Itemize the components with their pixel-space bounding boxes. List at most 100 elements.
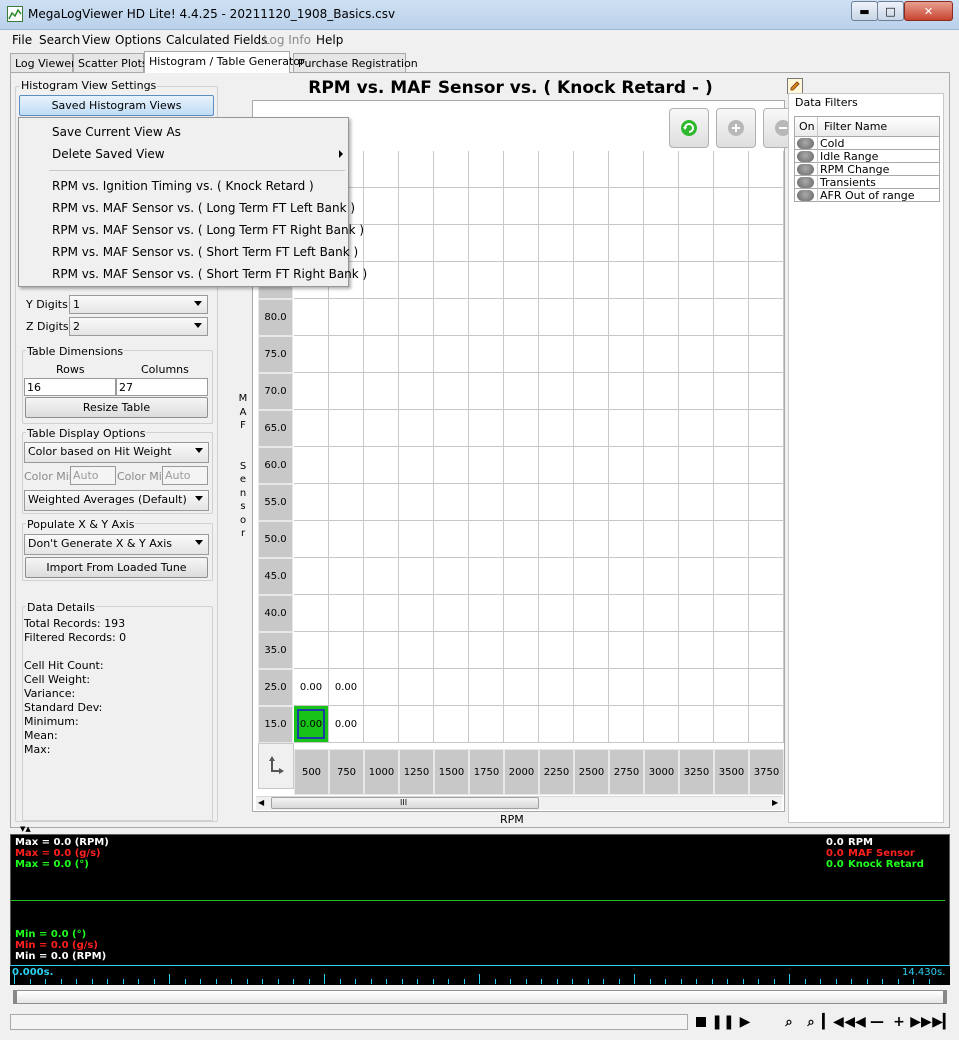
table-cell[interactable] bbox=[749, 484, 784, 521]
table-cell[interactable] bbox=[749, 595, 784, 632]
table-cell[interactable] bbox=[749, 299, 784, 336]
table-cell[interactable] bbox=[679, 484, 714, 521]
table-cell[interactable] bbox=[469, 558, 504, 595]
table-cell[interactable] bbox=[749, 151, 784, 188]
table-cell[interactable] bbox=[504, 669, 539, 706]
table-cell[interactable] bbox=[714, 447, 749, 484]
minus-icon[interactable]: — bbox=[866, 1013, 888, 1031]
table-cell[interactable]: 0.00 bbox=[329, 669, 364, 706]
table-cell[interactable] bbox=[644, 558, 679, 595]
table-cell[interactable] bbox=[574, 188, 609, 225]
average-mode-select[interactable]: Weighted Averages (Default) bbox=[24, 490, 209, 511]
tab-histogram-table-generator[interactable]: Histogram / Table Generator bbox=[144, 51, 305, 73]
table-cell[interactable] bbox=[609, 188, 644, 225]
table-cell[interactable] bbox=[644, 410, 679, 447]
table-cell[interactable] bbox=[504, 151, 539, 188]
menu-file[interactable]: File bbox=[12, 33, 32, 47]
table-cell[interactable] bbox=[434, 595, 469, 632]
menu-options[interactable]: Options bbox=[115, 33, 161, 47]
table-cell[interactable] bbox=[679, 558, 714, 595]
table-cell[interactable] bbox=[399, 595, 434, 632]
table-cell[interactable] bbox=[434, 188, 469, 225]
menu-item-saved-view[interactable]: RPM vs. MAF Sensor vs. ( Long Term FT Le… bbox=[52, 201, 355, 215]
table-cell[interactable] bbox=[539, 447, 574, 484]
table-cell[interactable] bbox=[504, 410, 539, 447]
table-cell[interactable] bbox=[574, 262, 609, 299]
table-cell[interactable] bbox=[749, 521, 784, 558]
table-cell[interactable] bbox=[574, 410, 609, 447]
table-cell[interactable] bbox=[399, 151, 434, 188]
table-cell[interactable] bbox=[469, 447, 504, 484]
table-cell[interactable] bbox=[539, 669, 574, 706]
table-cell[interactable] bbox=[679, 632, 714, 669]
table-cell[interactable] bbox=[609, 299, 644, 336]
table-cell[interactable] bbox=[539, 484, 574, 521]
table-cell[interactable] bbox=[504, 225, 539, 262]
table-cell[interactable] bbox=[434, 151, 469, 188]
table-cell[interactable] bbox=[329, 484, 364, 521]
table-cell[interactable] bbox=[574, 447, 609, 484]
table-cell[interactable] bbox=[434, 669, 469, 706]
table-cell[interactable] bbox=[749, 188, 784, 225]
table-cell[interactable] bbox=[434, 558, 469, 595]
table-cell[interactable] bbox=[539, 410, 574, 447]
timeline-bar[interactable] bbox=[10, 965, 950, 985]
table-cell[interactable] bbox=[644, 706, 679, 743]
table-cell[interactable] bbox=[714, 262, 749, 299]
table-cell[interactable] bbox=[469, 521, 504, 558]
table-cell[interactable] bbox=[714, 410, 749, 447]
import-from-loaded-tune-button[interactable]: Import From Loaded Tune bbox=[25, 557, 208, 578]
color-max-input[interactable]: Auto bbox=[162, 466, 208, 485]
table-cell[interactable] bbox=[399, 299, 434, 336]
filter-toggle-icon[interactable] bbox=[797, 177, 814, 188]
table-cell[interactable] bbox=[749, 669, 784, 706]
z-digits-select[interactable]: 2 bbox=[69, 317, 208, 336]
table-cell[interactable] bbox=[364, 669, 399, 706]
play-icon[interactable]: ▶ bbox=[734, 1013, 756, 1031]
table-cell[interactable] bbox=[714, 484, 749, 521]
table-cell[interactable] bbox=[399, 447, 434, 484]
table-cell[interactable] bbox=[714, 225, 749, 262]
table-cell[interactable] bbox=[609, 151, 644, 188]
saved-histogram-views-button[interactable]: Saved Histogram Views bbox=[19, 95, 214, 116]
table-cell[interactable] bbox=[574, 558, 609, 595]
table-cell[interactable] bbox=[749, 410, 784, 447]
filter-toggle-icon[interactable] bbox=[797, 151, 814, 162]
table-cell[interactable] bbox=[609, 225, 644, 262]
filter-toggle-icon[interactable] bbox=[797, 164, 814, 175]
table-cell[interactable] bbox=[679, 521, 714, 558]
table-cell[interactable] bbox=[364, 151, 399, 188]
table-cell[interactable] bbox=[504, 373, 539, 410]
table-cell[interactable] bbox=[469, 632, 504, 669]
table-cell[interactable] bbox=[714, 595, 749, 632]
scroll-right-icon[interactable]: ▶ bbox=[772, 798, 778, 807]
table-cell[interactable] bbox=[469, 410, 504, 447]
slider-handle-left[interactable] bbox=[13, 990, 17, 1004]
table-cell[interactable] bbox=[714, 336, 749, 373]
table-cell[interactable] bbox=[329, 632, 364, 669]
table-cell[interactable] bbox=[364, 188, 399, 225]
table-cell[interactable] bbox=[434, 447, 469, 484]
menu-item-saved-view[interactable]: RPM vs. Ignition Timing vs. ( Knock Reta… bbox=[52, 179, 314, 193]
table-cell[interactable] bbox=[364, 373, 399, 410]
table-cell[interactable] bbox=[609, 706, 644, 743]
table-cell[interactable] bbox=[469, 669, 504, 706]
table-cell[interactable] bbox=[434, 706, 469, 743]
table-cell[interactable] bbox=[644, 521, 679, 558]
table-cell[interactable] bbox=[644, 151, 679, 188]
table-cell[interactable] bbox=[749, 336, 784, 373]
table-cell[interactable] bbox=[504, 521, 539, 558]
table-cell[interactable] bbox=[364, 299, 399, 336]
table-cell[interactable] bbox=[609, 447, 644, 484]
table-cell[interactable] bbox=[714, 706, 749, 743]
table-cell[interactable] bbox=[329, 410, 364, 447]
table-cell[interactable] bbox=[539, 336, 574, 373]
table-cell[interactable] bbox=[434, 484, 469, 521]
table-cell[interactable] bbox=[679, 669, 714, 706]
table-cell[interactable] bbox=[434, 225, 469, 262]
table-cell[interactable] bbox=[609, 521, 644, 558]
scrollbar-thumb[interactable]: III bbox=[271, 797, 539, 809]
filter-toggle-icon[interactable] bbox=[797, 138, 814, 149]
table-cell[interactable] bbox=[609, 632, 644, 669]
table-cell[interactable] bbox=[329, 336, 364, 373]
